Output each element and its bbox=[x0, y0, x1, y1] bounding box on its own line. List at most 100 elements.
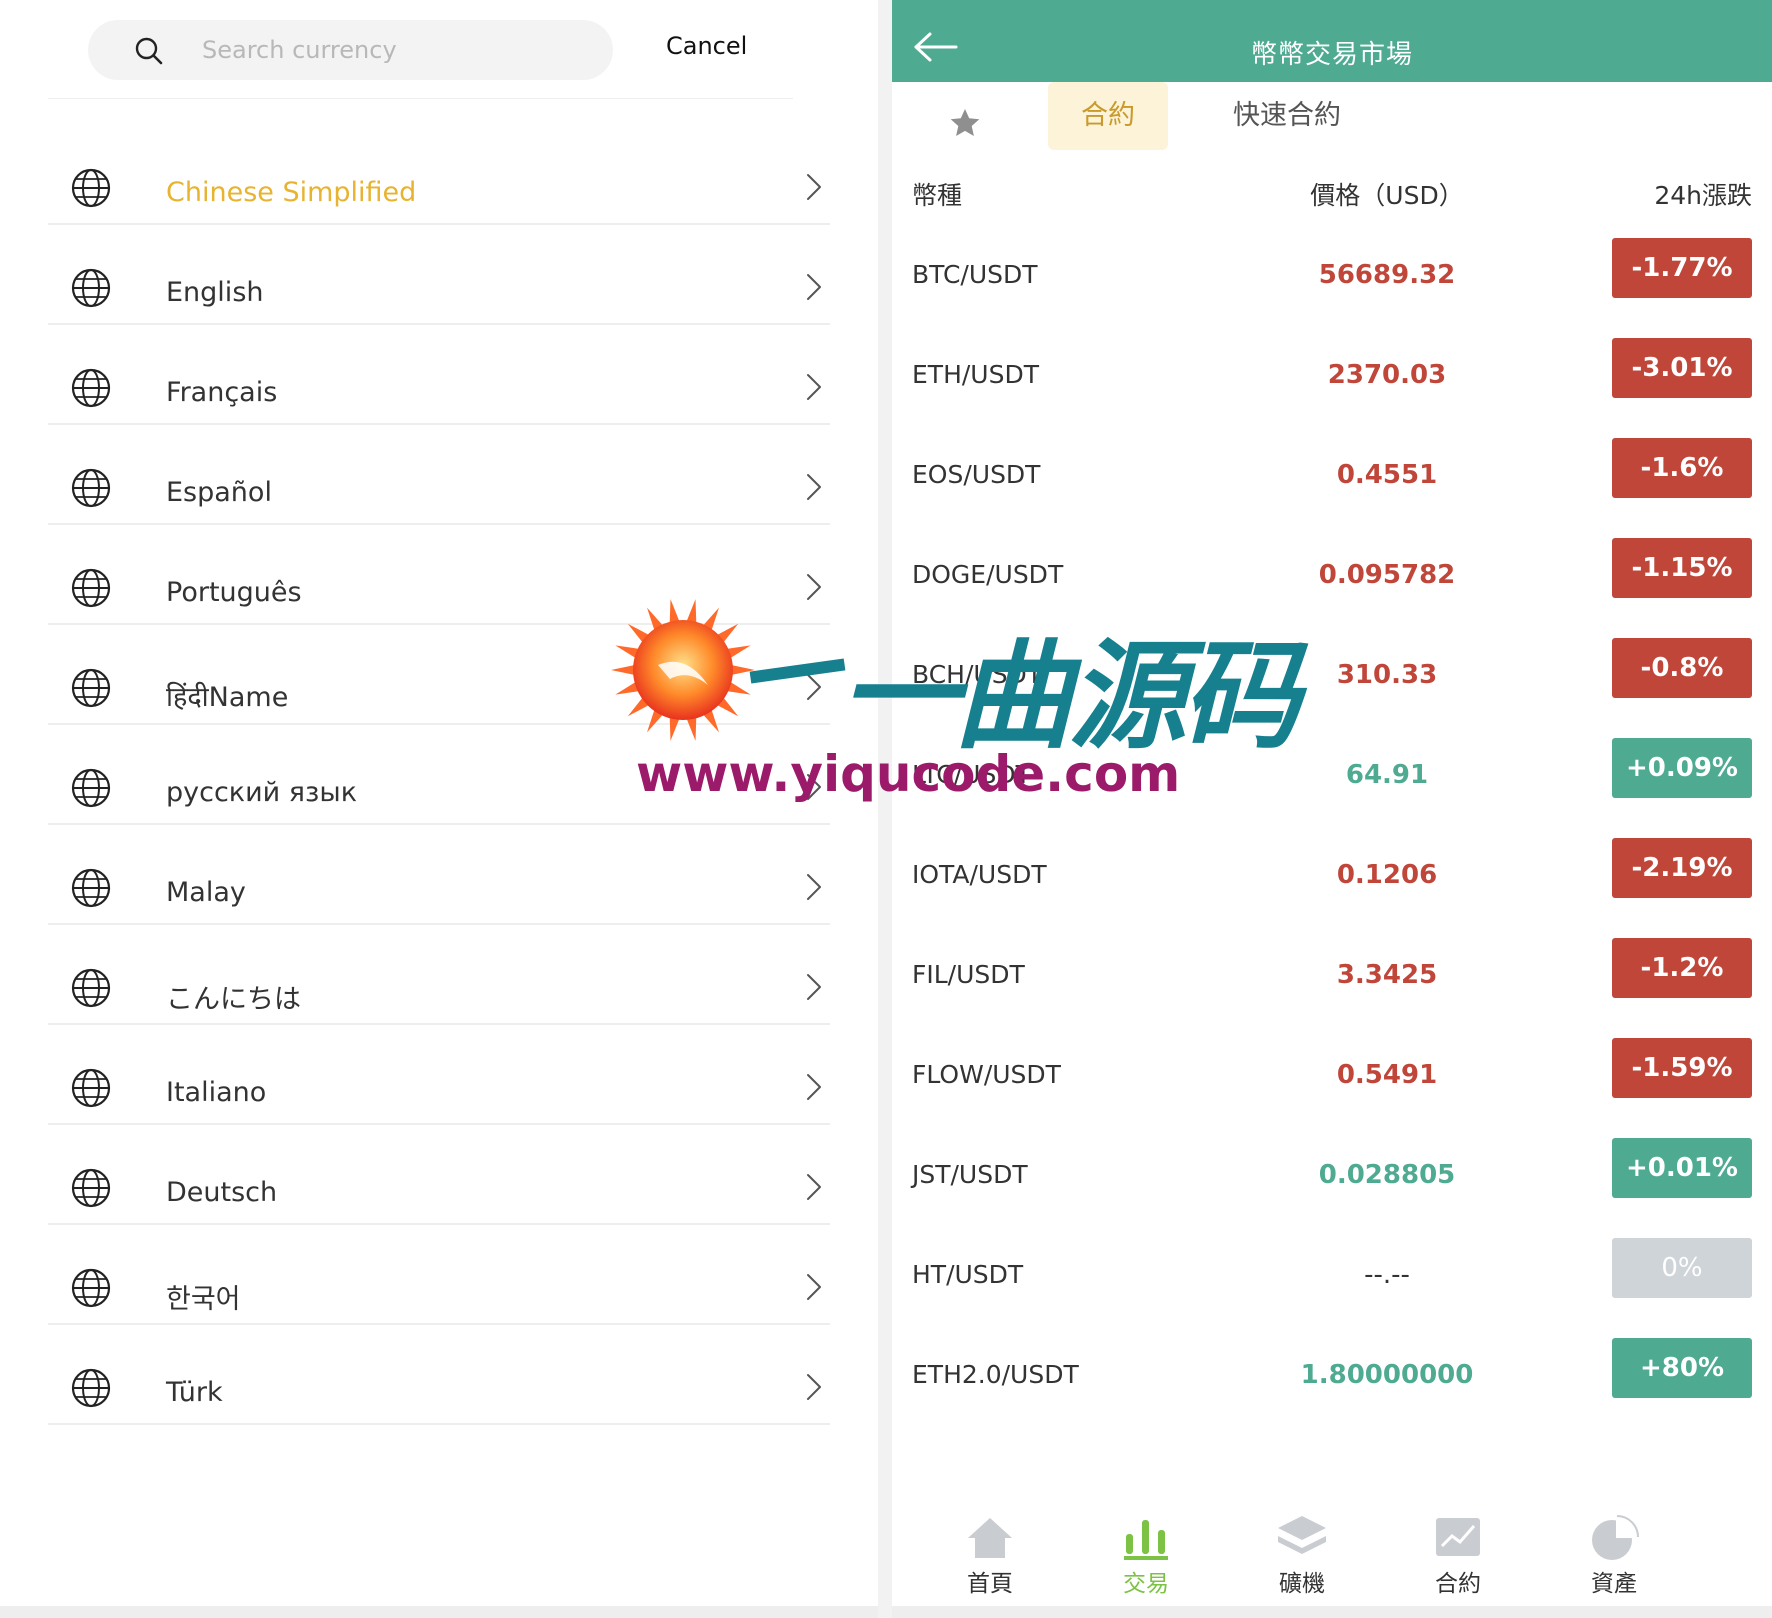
pair-price: 56689.32 bbox=[1318, 260, 1456, 290]
language-label: 한국어 bbox=[166, 1284, 241, 1315]
nav-label: 資產 bbox=[1591, 1571, 1637, 1597]
change-badge[interactable]: 0% bbox=[1612, 1238, 1752, 1298]
market-row[interactable]: LTC/USDT 64.91 +0.09% bbox=[892, 722, 1772, 822]
market-row[interactable]: FIL/USDT 3.3425 -1.2% bbox=[892, 922, 1772, 1022]
change-badge[interactable]: -1.77% bbox=[1612, 238, 1752, 298]
language-item[interactable]: English bbox=[48, 225, 830, 325]
market-row[interactable]: DOGE/USDT 0.095782 -1.15% bbox=[892, 522, 1772, 622]
market-row[interactable]: FLOW/USDT 0.5491 -1.59% bbox=[892, 1022, 1772, 1122]
pair-name: BCH/USDT bbox=[912, 660, 1043, 689]
pair-price: 64.91 bbox=[1345, 760, 1429, 790]
language-item[interactable]: Türk bbox=[48, 1325, 830, 1425]
chevron-right-icon bbox=[807, 1374, 821, 1400]
language-label: English bbox=[166, 277, 264, 308]
pair-price: 0.5491 bbox=[1336, 1060, 1438, 1090]
chevron-right-icon bbox=[807, 674, 821, 700]
home-icon bbox=[968, 1518, 1012, 1558]
search-icon bbox=[135, 37, 163, 65]
globe-icon bbox=[71, 968, 111, 1008]
globe-icon bbox=[71, 1068, 111, 1108]
trend-chart-icon bbox=[1436, 1518, 1480, 1556]
tab-quick-contract[interactable]: 快速合約 bbox=[1202, 82, 1372, 150]
globe-icon bbox=[71, 768, 111, 808]
language-item[interactable]: Español bbox=[48, 425, 830, 525]
chevron-right-icon bbox=[807, 274, 821, 300]
language-select-panel: Cancel Chinese Simplified English Français… bbox=[0, 0, 878, 1618]
pair-price: 1.80000000 bbox=[1300, 1360, 1474, 1390]
globe-icon bbox=[71, 668, 111, 708]
pair-name: JST/USDT bbox=[912, 1160, 1028, 1189]
pair-name: IOTA/USDT bbox=[912, 860, 1047, 889]
nav-item[interactable]: 合約 bbox=[1398, 1500, 1518, 1598]
market-row[interactable]: HT/USDT --.-- 0% bbox=[892, 1222, 1772, 1322]
language-label: Français bbox=[166, 377, 278, 408]
search-input[interactable] bbox=[202, 20, 592, 80]
change-badge[interactable]: -1.15% bbox=[1612, 538, 1752, 598]
change-badge[interactable]: +0.01% bbox=[1612, 1138, 1752, 1198]
pair-price: 310.33 bbox=[1336, 660, 1438, 690]
bottom-navigation: 首頁 交易 礦機 合約 資產 bbox=[892, 1500, 1772, 1606]
market-row[interactable]: IOTA/USDT 0.1206 -2.19% bbox=[892, 822, 1772, 922]
language-label: Español bbox=[166, 477, 272, 508]
market-row[interactable]: JST/USDT 0.028805 +0.01% bbox=[892, 1122, 1772, 1222]
language-label: हिंदीName bbox=[166, 682, 289, 713]
change-badge[interactable]: -1.59% bbox=[1612, 1038, 1752, 1098]
language-item[interactable]: 한국어 bbox=[48, 1225, 830, 1325]
change-badge[interactable]: -1.2% bbox=[1612, 938, 1752, 998]
nav-label: 首頁 bbox=[967, 1571, 1013, 1597]
globe-icon bbox=[71, 468, 111, 508]
language-item[interactable]: русский язык bbox=[48, 725, 830, 825]
pair-name: DOGE/USDT bbox=[912, 560, 1064, 589]
pie-chart-icon bbox=[1592, 1515, 1639, 1560]
chevron-right-icon bbox=[807, 1074, 821, 1100]
market-row[interactable]: ETH2.0/USDT 1.80000000 +80% bbox=[892, 1322, 1772, 1422]
language-item[interactable]: こんにちは bbox=[48, 925, 830, 1025]
cancel-button[interactable]: Cancel bbox=[666, 32, 747, 60]
pair-name: ETH/USDT bbox=[912, 360, 1039, 389]
market-tabs: 合約 快速合約 bbox=[892, 82, 1772, 152]
globe-icon bbox=[71, 1168, 111, 1208]
tab-contract[interactable]: 合約 bbox=[1048, 82, 1168, 150]
language-item[interactable]: Italiano bbox=[48, 1025, 830, 1125]
change-badge[interactable]: -1.6% bbox=[1612, 438, 1752, 498]
pair-price: --.-- bbox=[1364, 1260, 1410, 1290]
language-item[interactable]: Malay bbox=[48, 825, 830, 925]
change-badge[interactable]: +0.09% bbox=[1612, 738, 1752, 798]
market-row[interactable]: ETH/USDT 2370.03 -3.01% bbox=[892, 322, 1772, 422]
divider bbox=[48, 98, 793, 99]
nav-label: 礦機 bbox=[1279, 1571, 1325, 1597]
change-badge[interactable]: -3.01% bbox=[1612, 338, 1752, 398]
nav-item[interactable]: 首頁 bbox=[930, 1500, 1050, 1598]
market-row[interactable]: BCH/USDT 310.33 -0.8% bbox=[892, 622, 1772, 722]
nav-item[interactable]: 資產 bbox=[1554, 1500, 1674, 1598]
chevron-right-icon bbox=[807, 574, 821, 600]
star-icon[interactable] bbox=[948, 106, 982, 140]
language-item[interactable]: हिंदीName bbox=[48, 625, 830, 725]
change-badge[interactable]: -2.19% bbox=[1612, 838, 1752, 898]
globe-icon bbox=[71, 268, 111, 308]
column-header-coin: 幣種 bbox=[912, 181, 963, 210]
language-item[interactable]: Chinese Simplified bbox=[48, 125, 830, 225]
language-item[interactable]: Français bbox=[48, 325, 830, 425]
language-label: Chinese Simplified bbox=[166, 177, 417, 208]
nav-item[interactable]: 礦機 bbox=[1242, 1500, 1362, 1598]
globe-icon bbox=[71, 1368, 111, 1408]
search-bar[interactable] bbox=[88, 20, 613, 80]
pair-price: 0.028805 bbox=[1318, 1160, 1456, 1190]
market-row[interactable]: EOS/USDT 0.4551 -1.6% bbox=[892, 422, 1772, 522]
nav-item[interactable]: 交易 bbox=[1086, 1500, 1206, 1598]
market-header: 幣幣交易市場 bbox=[892, 0, 1772, 82]
language-item[interactable]: Deutsch bbox=[48, 1125, 830, 1225]
panel-separator bbox=[878, 0, 892, 1618]
market-row[interactable]: BTC/USDT 56689.32 -1.77% bbox=[892, 222, 1772, 322]
language-item[interactable]: Português bbox=[48, 525, 830, 625]
change-badge[interactable]: -0.8% bbox=[1612, 638, 1752, 698]
nav-label: 交易 bbox=[1123, 1571, 1169, 1597]
language-label: русский язык bbox=[166, 777, 358, 808]
change-badge[interactable]: +80% bbox=[1612, 1338, 1752, 1398]
globe-icon bbox=[71, 868, 111, 908]
chevron-right-icon bbox=[807, 1174, 821, 1200]
chevron-right-icon bbox=[807, 474, 821, 500]
language-label: Italiano bbox=[166, 1077, 267, 1108]
pair-price: 3.3425 bbox=[1336, 960, 1438, 990]
